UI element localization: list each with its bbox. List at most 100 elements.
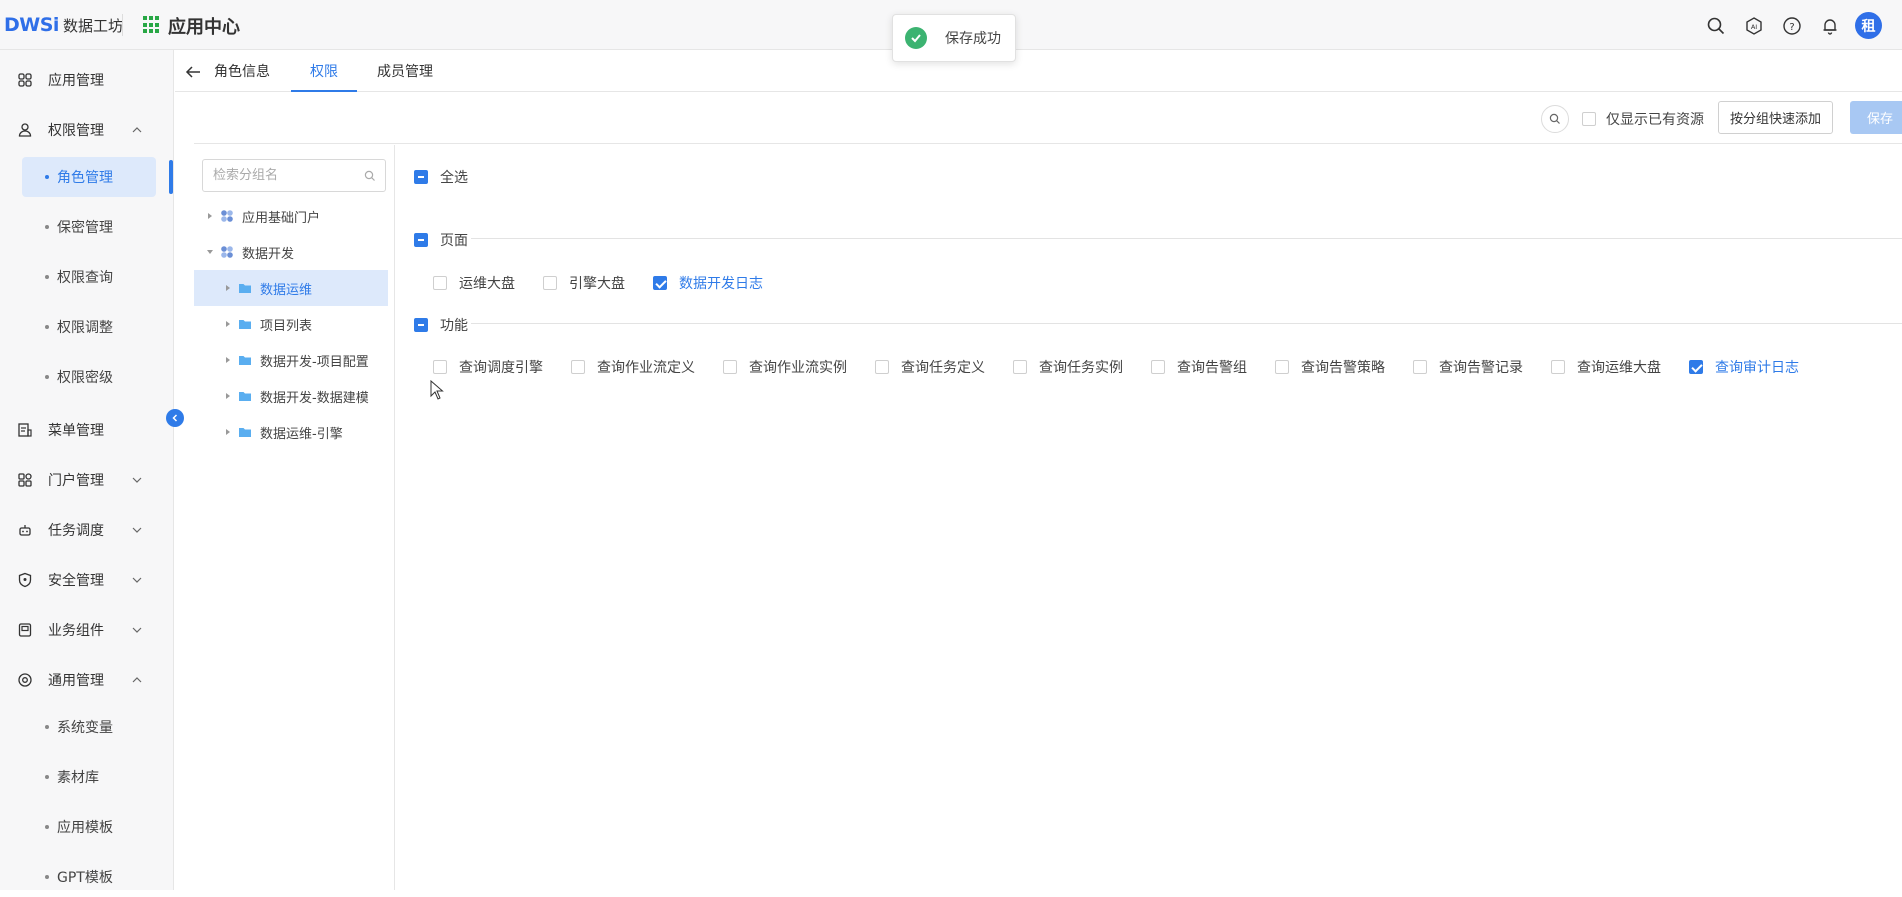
option-label: 查询作业流实例 [749, 360, 847, 376]
sidebar-subitem-security-level[interactable]: 保密管理 [22, 207, 156, 247]
logo-text: 数据工坊 [62, 16, 123, 35]
shield-icon [18, 572, 32, 588]
caret-right-icon[interactable] [224, 284, 232, 292]
permission-option[interactable]: 查询任务实例 [1013, 357, 1123, 377]
tab-member-management[interactable]: 成员管理 [377, 50, 433, 92]
success-check-icon [905, 27, 927, 49]
option-checkbox[interactable] [433, 276, 447, 290]
tab-bar: 角色信息 权限 成员管理 [175, 50, 1902, 92]
sidebar-item-security-management[interactable]: 安全管理 [0, 560, 174, 600]
folder-icon [239, 428, 251, 437]
permission-option[interactable]: 运维大盘 [433, 273, 515, 293]
header-divider [122, 14, 123, 36]
option-checkbox[interactable] [653, 276, 667, 290]
section-pages-checkbox[interactable] [414, 233, 428, 247]
search-button[interactable] [1541, 105, 1569, 133]
sidebar-subitem-system-variables[interactable]: 系统变量 [22, 707, 156, 747]
sidebar-subitem-permission-query[interactable]: 权限查询 [22, 257, 156, 297]
tab-permissions[interactable]: 权限 [310, 50, 338, 92]
sidebar-item-label: 安全管理 [48, 573, 104, 589]
app-title: 应用中心 [168, 17, 240, 38]
group-search-input[interactable] [213, 160, 363, 191]
ai-icon[interactable]: AI [1741, 13, 1767, 39]
tree-node-app-basic-portal[interactable]: 应用基础门户 [194, 198, 388, 234]
permission-toolbar: 仅显示已有资源 按分组快速添加 保存 [194, 92, 1902, 144]
permission-option[interactable]: 查询告警组 [1151, 357, 1247, 377]
sidebar-item-app-management[interactable]: 应用管理 [0, 60, 174, 100]
tree-node-data-development[interactable]: 数据开发 [194, 234, 388, 270]
permission-option[interactable]: 查询运维大盘 [1551, 357, 1661, 377]
option-checkbox[interactable] [1413, 360, 1427, 374]
permission-option[interactable]: 查询调度引擎 [433, 357, 543, 377]
option-checkbox[interactable] [1689, 360, 1703, 374]
avatar[interactable]: 租 [1855, 12, 1882, 39]
folder-icon [239, 320, 251, 329]
permission-option[interactable]: 数据开发日志 [653, 273, 763, 293]
sidebar-item-task-scheduling[interactable]: 任务调度 [0, 510, 174, 550]
tree-node-ops-engine[interactable]: 数据运维-引擎 [194, 414, 388, 450]
option-checkbox[interactable] [875, 360, 889, 374]
section-functions-header[interactable]: 功能 [414, 315, 468, 335]
group-search-field[interactable] [202, 159, 386, 192]
logo[interactable]: DWSi 数据工坊 [4, 13, 123, 37]
sidebar-subitem-role-management[interactable]: 角色管理 [22, 157, 156, 197]
chevron-down-icon [132, 477, 142, 483]
section-pages-header[interactable]: 页面 [414, 230, 468, 250]
tree-node-dev-project-config[interactable]: 数据开发-项目配置 [194, 342, 388, 378]
sidebar-subitem-permission-adjust[interactable]: 权限调整 [22, 307, 156, 347]
select-all-row[interactable]: 全选 [414, 167, 468, 187]
caret-right-icon[interactable] [224, 392, 232, 400]
sidebar-subitem-permission-classification[interactable]: 权限密级 [22, 357, 156, 397]
option-checkbox[interactable] [543, 276, 557, 290]
option-checkbox[interactable] [1275, 360, 1289, 374]
search-icon[interactable] [1703, 13, 1729, 39]
option-checkbox[interactable] [571, 360, 585, 374]
section-functions-checkbox[interactable] [414, 318, 428, 332]
caret-right-icon[interactable] [206, 212, 214, 220]
quick-add-by-group-button[interactable]: 按分组快速添加 [1718, 101, 1833, 134]
option-checkbox[interactable] [1013, 360, 1027, 374]
caret-right-icon[interactable] [224, 356, 232, 364]
caret-right-icon[interactable] [224, 428, 232, 436]
back-arrow-icon[interactable] [184, 63, 202, 81]
collapse-sidebar-button[interactable] [166, 409, 184, 427]
tree-node-data-ops[interactable]: 数据运维 [194, 270, 388, 306]
permission-option[interactable]: 查询告警记录 [1413, 357, 1523, 377]
permission-option[interactable]: 查询任务定义 [875, 357, 985, 377]
sidebar-subitem-app-templates[interactable]: 应用模板 [22, 807, 156, 847]
sidebar-subitem-material-library[interactable]: 素材库 [22, 757, 156, 797]
caret-down-icon[interactable] [206, 248, 214, 256]
option-checkbox[interactable] [1551, 360, 1565, 374]
permission-option[interactable]: 查询作业流实例 [723, 357, 847, 377]
sidebar-subitem-label: GPT模板 [57, 870, 113, 886]
tree-node-project-list[interactable]: 项目列表 [194, 306, 388, 342]
show-only-existing-toggle[interactable]: 仅显示已有资源 [1582, 109, 1704, 129]
save-button[interactable]: 保存 [1850, 101, 1902, 134]
sidebar-item-menu-management[interactable]: 菜单管理 [0, 410, 174, 450]
option-checkbox[interactable] [1151, 360, 1165, 374]
option-checkbox[interactable] [433, 360, 447, 374]
sidebar-item-business-components[interactable]: 业务组件 [0, 610, 174, 650]
chevron-down-icon [132, 627, 142, 633]
tab-role-info[interactable]: 角色信息 [214, 50, 270, 92]
tree-node-dev-data-modeling[interactable]: 数据开发-数据建模 [194, 378, 388, 414]
sidebar-subitem-label: 系统变量 [57, 720, 113, 736]
bell-icon[interactable] [1817, 13, 1843, 39]
option-checkbox[interactable] [723, 360, 737, 374]
sidebar-subitem-label: 角色管理 [57, 170, 113, 186]
help-icon[interactable]: ? [1779, 13, 1805, 39]
sidebar-item-permission-management[interactable]: 权限管理 [0, 110, 174, 150]
sidebar-item-portal-management[interactable]: 门户管理 [0, 460, 174, 500]
permission-option[interactable]: 引擎大盘 [543, 273, 625, 293]
sidebar: 应用管理 权限管理 角色管理 保密管理 权限查询 权限调整 权限密级 菜单管理 … [0, 50, 174, 890]
permission-option[interactable]: 查询作业流定义 [571, 357, 695, 377]
permission-option[interactable]: 查询审计日志 [1689, 357, 1799, 377]
permission-option[interactable]: 查询告警策略 [1275, 357, 1385, 377]
select-all-checkbox[interactable] [414, 170, 428, 184]
sidebar-subitem-gpt-templates[interactable]: GPT模板 [22, 857, 156, 897]
show-only-existing-checkbox[interactable] [1582, 112, 1596, 126]
sidebar-item-general-management[interactable]: 通用管理 [0, 660, 174, 700]
caret-right-icon[interactable] [224, 320, 232, 328]
app-grid-icon[interactable] [143, 16, 161, 34]
option-label: 查询审计日志 [1715, 360, 1799, 376]
